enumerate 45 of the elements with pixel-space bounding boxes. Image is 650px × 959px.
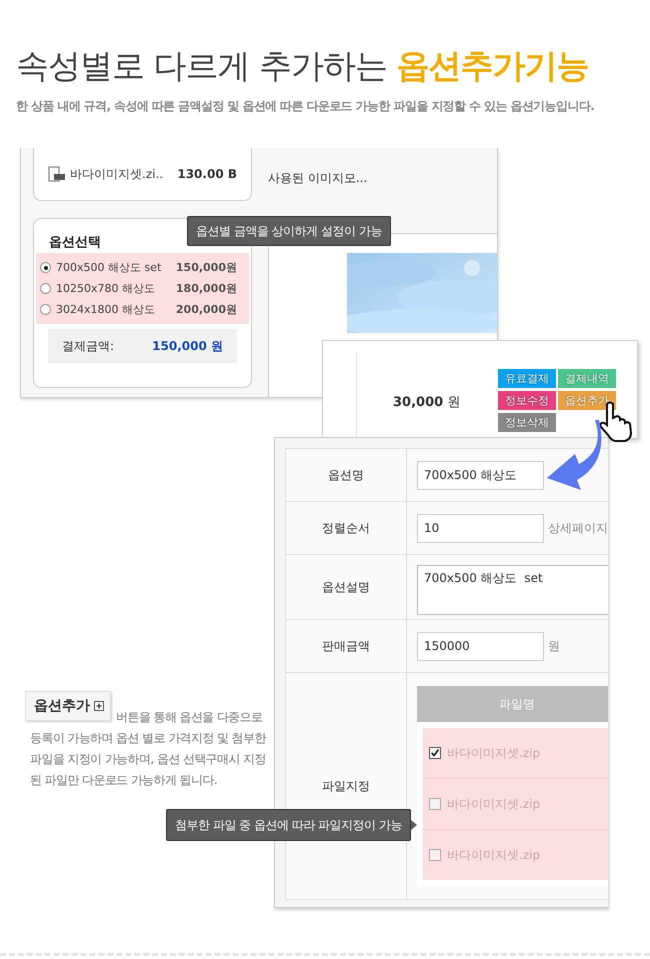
option-price: 180,000원 — [176, 281, 237, 296]
plus-icon — [94, 701, 104, 711]
checkbox[interactable] — [429, 747, 441, 759]
checkbox[interactable] — [429, 849, 441, 861]
page-title-highlight: 옵션추가기능 — [396, 46, 588, 85]
tooltip-pointer — [410, 820, 417, 830]
total-label: 결제금액: — [62, 338, 114, 354]
radio-button[interactable] — [40, 262, 51, 273]
action-button[interactable]: 정보삭제 — [498, 413, 556, 432]
file-name: 바다이미지셋.zip — [447, 846, 540, 864]
zip-file-icon — [48, 166, 66, 182]
column-header: 파일명 — [417, 686, 608, 722]
option-price: 200,000원 — [176, 302, 237, 317]
price-amount: 30,000 — [393, 395, 444, 410]
field-note: 원 — [548, 638, 560, 654]
file-size: 130.00 B — [177, 167, 237, 181]
checkbox[interactable] — [429, 798, 441, 810]
file-name: 바다이미지셋.zi.. — [70, 166, 164, 182]
page-title: 속성별로 다르게 추가하는 — [16, 46, 387, 85]
input-field[interactable]: 700x500 해상도 — [417, 460, 544, 490]
field-note: 상세페이지 — [548, 520, 608, 536]
total-value: 150,000 원 — [152, 338, 223, 354]
input-field[interactable]: 10 — [417, 514, 544, 542]
file-name: 바다이미지셋.zip — [447, 796, 540, 812]
add-option-button[interactable]: 옵션추가 — [25, 691, 111, 721]
radio-button[interactable] — [40, 283, 51, 294]
option-label: 10250x780 해상도 — [56, 281, 156, 296]
input-field[interactable]: 150000 — [417, 632, 544, 660]
tooltip: 첨부한 파일 중 옵션에 따라 파일지정이 가능 — [166, 809, 411, 841]
form-label: 정렬순서 — [286, 502, 407, 554]
option-title: 옵션선택 — [49, 234, 102, 250]
form-label: 판매금액 — [286, 620, 407, 672]
option-label: 3024x1800 해상도 — [56, 302, 156, 317]
radio-button[interactable] — [40, 304, 51, 315]
file-name: 바다이미지셋.zip — [447, 744, 540, 762]
textarea-field[interactable]: 700x500 해상도 set — [417, 565, 608, 615]
page-subtitle: 한 상품 내에 규격, 속성에 따른 금액설정 및 옵션에 따른 다운로드 가능한 파일을 지정할 수 있는 옵션기능입니다. — [16, 98, 594, 115]
form-label: 옵션명 — [286, 449, 407, 501]
action-button[interactable]: 정보수정 — [498, 391, 556, 410]
option-price: 150,000원 — [176, 260, 237, 275]
tooltip: 옵션별 금액을 상이하게 설정이 가능 — [187, 216, 391, 246]
option-label: 700x500 해상도 set — [56, 260, 162, 275]
description-text: 사용된 이미지모... — [268, 170, 368, 187]
price-unit: 원 — [447, 395, 460, 410]
form-label: 옵션설명 — [286, 555, 407, 619]
